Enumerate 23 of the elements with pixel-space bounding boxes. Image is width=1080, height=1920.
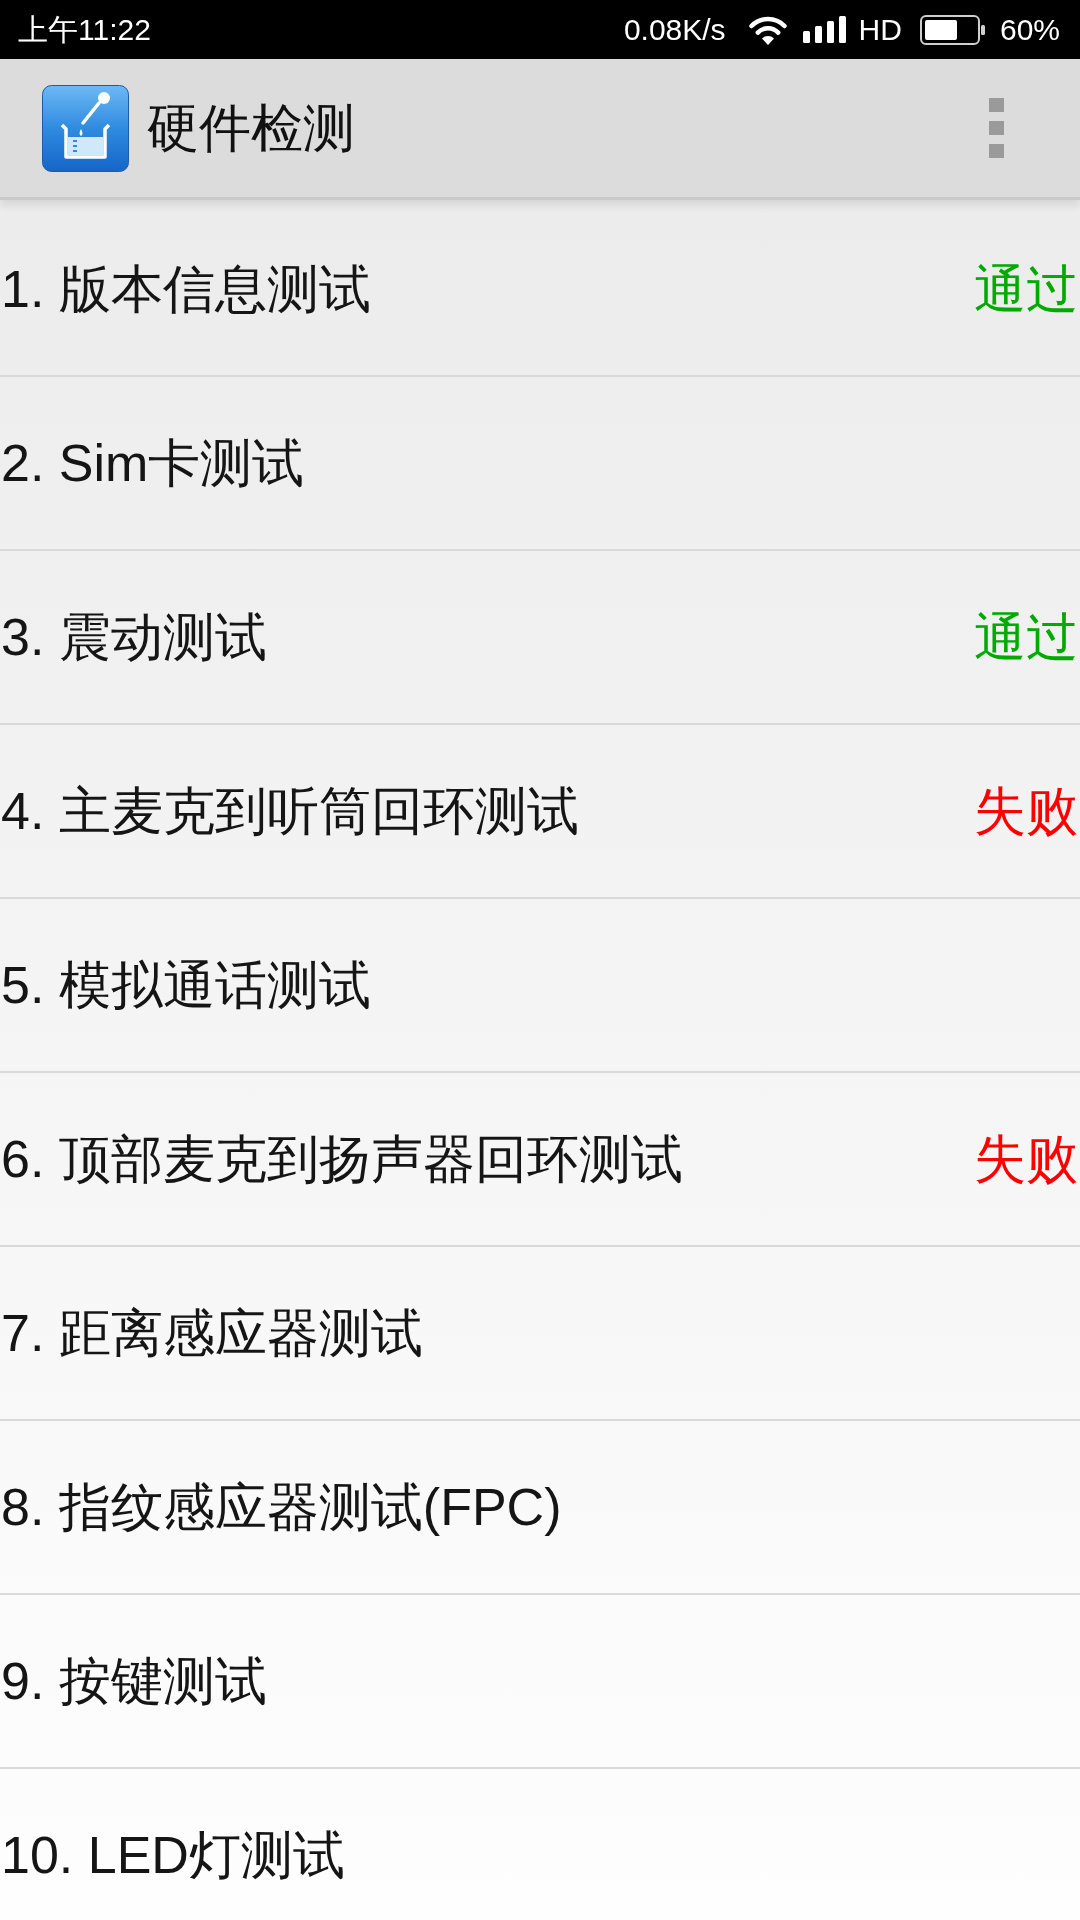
test-item[interactable]: 5. 模拟通话测试 — [0, 953, 371, 1017]
overflow-menu-icon[interactable] — [989, 98, 1004, 158]
test-item[interactable]: 1. 版本信息测试 — [0, 257, 371, 321]
network-type: HD — [858, 13, 902, 46]
test-item[interactable]: 6. 顶部麦克到扬声器回环测试 — [0, 1127, 683, 1191]
test-item[interactable]: 3. 震动测试 — [0, 605, 267, 669]
test-result: 通过 — [974, 606, 1078, 668]
test-result: 失败 — [974, 1128, 1078, 1190]
test-result: 失败 — [974, 780, 1078, 842]
test-result: 通过 — [974, 258, 1078, 320]
test-item[interactable]: 7. 距离感应器测试 — [0, 1301, 423, 1365]
test-item[interactable]: 9. 按键测试 — [0, 1649, 267, 1713]
test-item[interactable]: 2. Sim卡测试 — [0, 431, 305, 495]
clock-time: 上午11:22 — [18, 13, 151, 46]
battery-icon — [919, 14, 986, 45]
signal-icon — [802, 16, 847, 43]
network-speed: 0.08K/s — [623, 13, 726, 46]
test-item[interactable]: 4. 主麦克到听筒回环测试 — [0, 779, 579, 843]
app-title: 硬件检测 — [147, 97, 355, 159]
test-item[interactable]: 10. LED灯测试 — [0, 1823, 345, 1887]
test-item[interactable]: 8. 指纹感应器测试(FPC) — [0, 1475, 562, 1539]
battery-percent: 60% — [999, 13, 1060, 46]
app-beaker-icon — [42, 84, 129, 172]
